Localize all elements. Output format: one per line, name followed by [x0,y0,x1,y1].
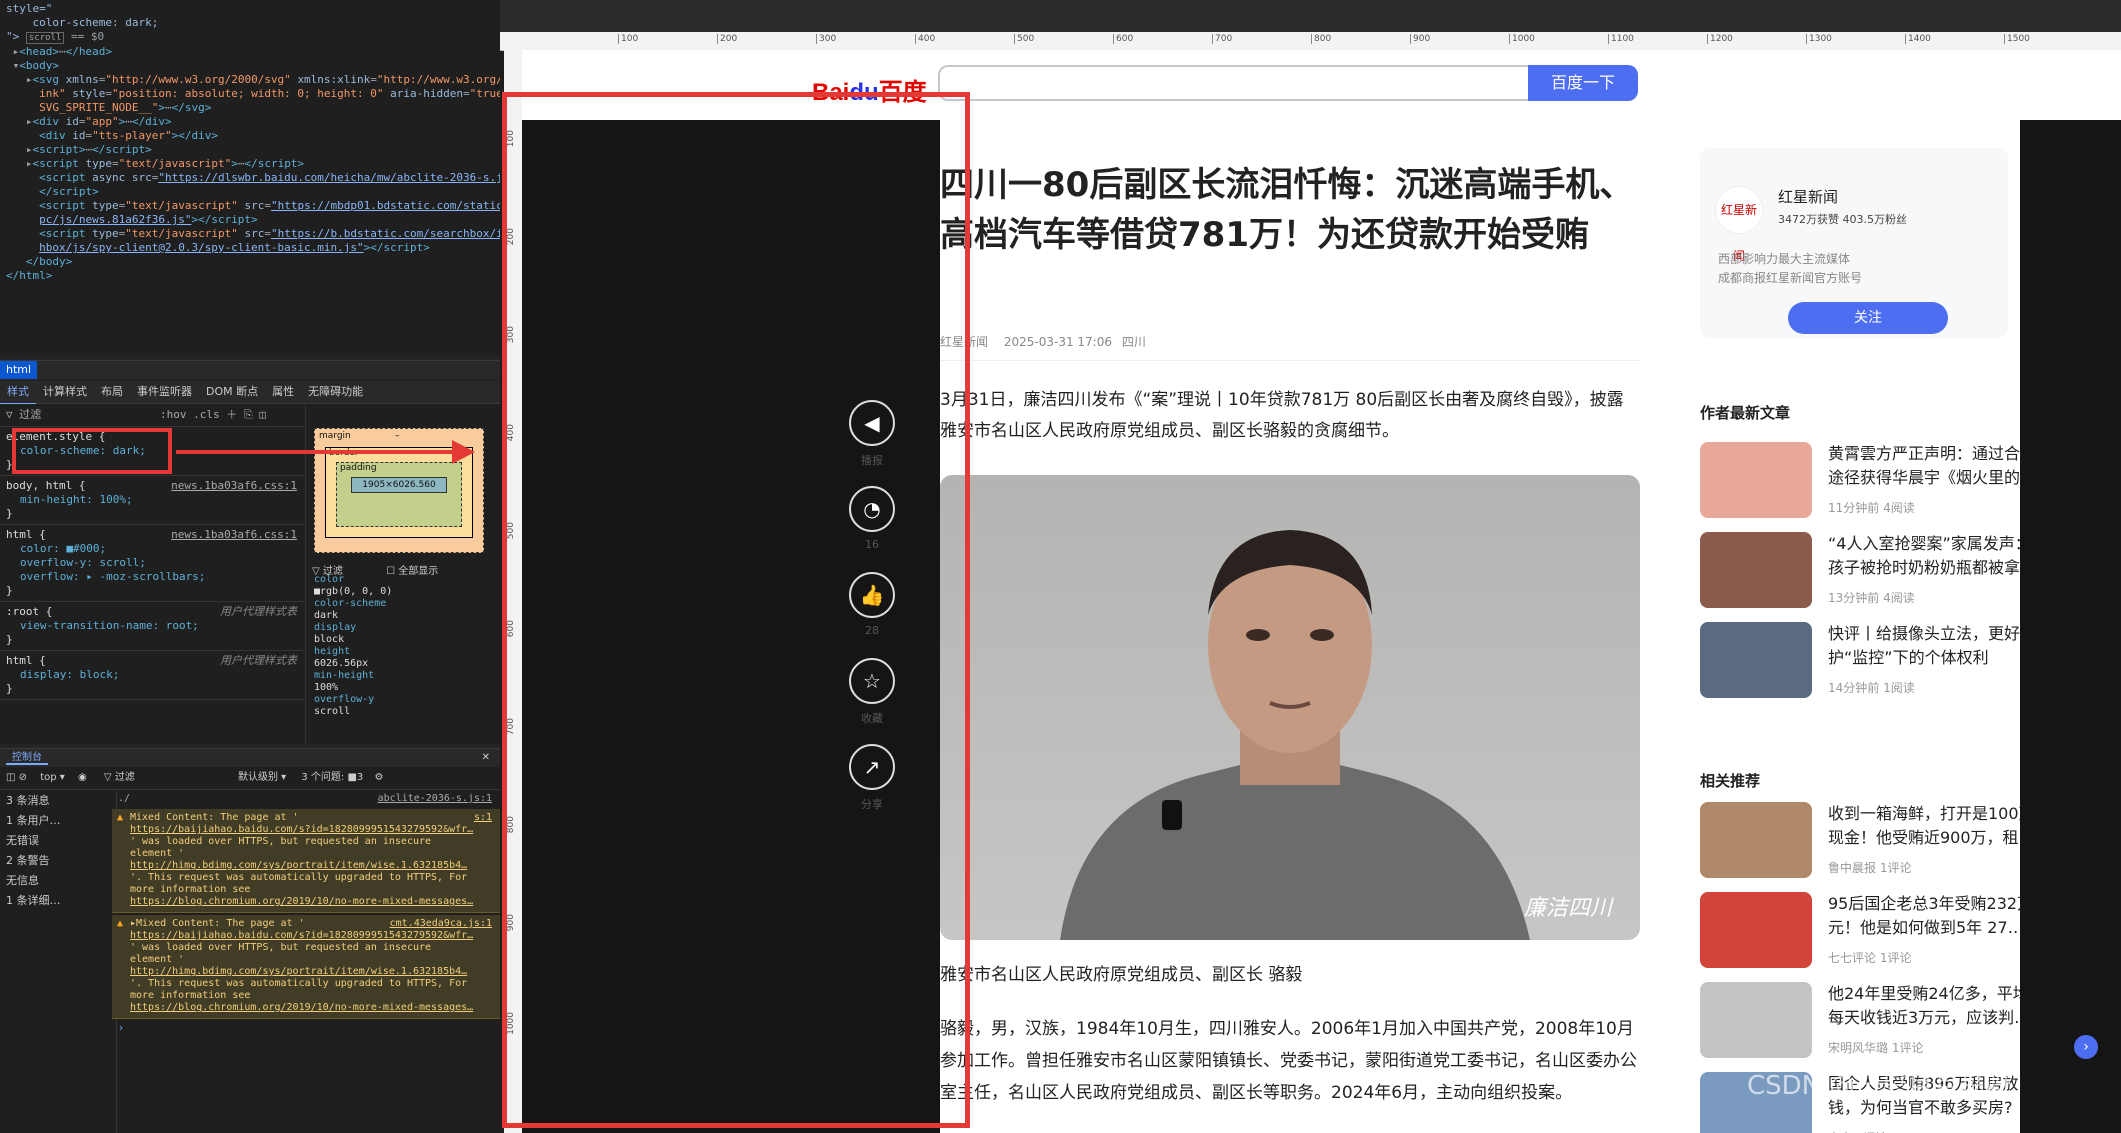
annotation-arrow [176,440,475,464]
